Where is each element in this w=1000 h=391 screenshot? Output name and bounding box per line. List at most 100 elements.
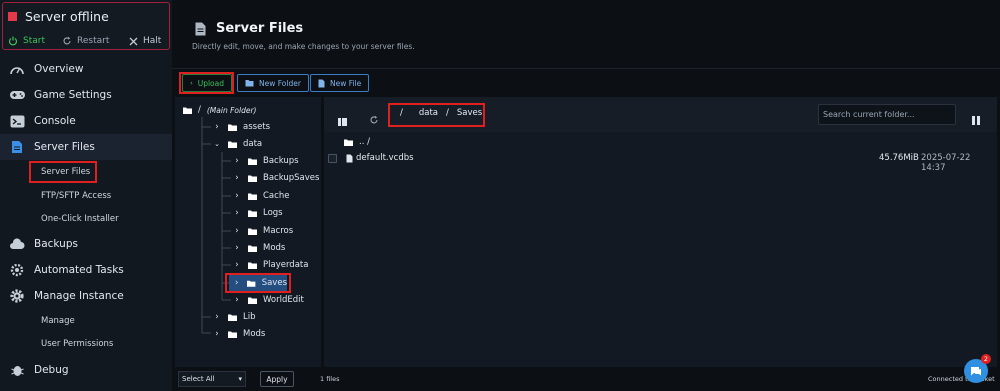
nav-overview[interactable]: Overview [0,56,172,82]
file-count: 1 files [320,375,340,383]
restart-label: Restart [77,36,110,46]
breadcrumb: / data / Saves [400,108,482,118]
tree-item-saves[interactable]: › Saves [229,275,287,291]
tree-item-macros[interactable]: › Macros [232,223,293,239]
subnav-manage[interactable]: Manage [0,310,172,332]
bug-icon [8,363,26,377]
apply-button[interactable]: Apply [260,371,294,387]
subnav-one-click-installer-label: One-Click Installer [41,214,119,224]
sidebar: Server offline Start Restart Halt Overvi… [0,0,172,391]
folder-tree: / (Main Folder) › assets ⌄ data › Backups ›… [175,97,321,367]
tree-item-assets[interactable]: › assets [212,119,270,135]
folder-icon [248,210,257,217]
file-icon [8,140,26,154]
tree-item-lib[interactable]: › Lib [212,309,255,325]
start-label: Start [23,36,45,46]
subnav-one-click-installer[interactable]: One-Click Installer [0,208,172,230]
row-checkbox[interactable] [328,154,337,163]
apply-label: Apply [266,374,288,384]
file-date: 2025-07-22 14:37 [921,153,971,173]
tree-item-mods[interactable]: › Mods [232,240,285,256]
chevron-right-icon: › [235,260,239,270]
new-file-label: New File [330,78,362,88]
gauge-icon [8,62,26,76]
gamepad-icon [8,88,26,102]
chevron-right-icon: › [215,329,219,339]
tree-item-worldedit[interactable]: › WorldEdit [232,292,304,308]
restart-button[interactable]: Restart [62,31,109,51]
nav-automated-tasks[interactable]: Automated Tasks [0,257,172,283]
nav-backups[interactable]: Backups [0,231,172,257]
nav-server-files-label: Server Files [34,141,95,153]
parent-directory-row[interactable]: .. / [344,137,370,147]
restart-icon [63,36,71,45]
tree-item-label: BackupSaves [263,173,320,183]
tree-item-logs[interactable]: › Logs [232,205,282,221]
search-placeholder: Search current folder... [823,110,915,119]
select-all-dropdown[interactable]: Select All ▾ [178,371,246,387]
pause-icon[interactable] [972,110,980,129]
nav-backups-label: Backups [34,238,78,250]
breadcrumb-saves[interactable]: Saves [457,108,482,118]
tree-item-mods-root[interactable]: › Mods [212,326,265,342]
search-input[interactable]: Search current folder... [818,104,956,125]
chevron-right-icon: › [235,208,239,218]
page-subtitle: Directly edit, move, and make changes to… [192,42,415,51]
subnav-user-permissions[interactable]: User Permissions [0,333,172,355]
file-size: 45.76MiB [879,153,919,163]
folder-icon [248,193,257,200]
nav-manage-instance[interactable]: Manage Instance [0,283,172,309]
nav-console[interactable]: Console [0,108,172,134]
parent-directory-label: .. / [359,137,370,147]
nav-debug[interactable]: Debug [0,357,172,383]
subnav-manage-label: Manage [41,316,75,326]
start-button[interactable]: Start [8,31,45,51]
refresh-icon[interactable] [369,110,379,129]
server-status-label: Server offline [25,9,109,24]
chat-button[interactable]: 2 [964,354,991,383]
subnav-server-files[interactable]: Server Files [0,161,172,183]
file-name[interactable]: default.vcdbs [356,153,414,163]
breadcrumb-root[interactable]: / [400,108,403,118]
terminal-icon [8,114,26,128]
badge-count: 2 [983,355,989,363]
chevron-right-icon: › [235,191,239,201]
folder-icon [228,314,237,321]
breadcrumb-separator: / [446,108,449,118]
folder-icon [248,175,257,182]
folder-icon [228,331,237,338]
tree-item-backups[interactable]: › Backups [232,153,299,169]
tree-item-data[interactable]: ⌄ data [212,136,262,152]
tasks-gear-icon [8,263,26,277]
tree-item-backupsaves[interactable]: › BackupSaves [232,170,319,186]
gear-icon [8,289,26,303]
tree-item-cache[interactable]: › Cache [232,188,289,204]
upload-button[interactable]: Upload [182,74,232,92]
tree-item-label: Mods [263,243,286,253]
page-title: Server Files [216,21,304,36]
tree-item-label: Playerdata [263,260,309,270]
tree-item-label: Cache [263,191,290,201]
power-icon [8,36,18,46]
folder-icon [248,297,257,304]
toggle-tree-icon[interactable] [338,111,347,130]
subnav-ftp-access[interactable]: FTP/SFTP Access [0,185,172,207]
nav-server-files[interactable]: Server Files [0,134,172,160]
halt-button[interactable]: Halt [129,31,161,51]
tree-item-label: Backups [263,156,299,166]
tree-item-label: data [243,139,263,149]
breadcrumb-data[interactable]: data [419,108,438,118]
tree-item-playerdata[interactable]: › Playerdata [232,257,308,273]
halt-label: Halt [143,36,162,46]
tree-item-label: Macros [263,226,294,236]
select-all-label: Select All [182,375,215,383]
chevron-right-icon: › [235,243,239,253]
file-row[interactable]: default.vcdbs 45.76MiB 2025-07-22 14:37 [324,151,997,173]
file-list-panel: / data / Saves Search current folder... … [324,97,997,367]
chevron-down-icon: ⌄ [214,140,220,148]
new-folder-button[interactable]: New Folder [237,74,309,92]
server-status: Server offline [8,9,109,24]
notification-badge: 2 [981,354,991,364]
new-file-button[interactable]: New File [310,74,370,92]
nav-game-settings[interactable]: Game Settings [0,82,172,108]
